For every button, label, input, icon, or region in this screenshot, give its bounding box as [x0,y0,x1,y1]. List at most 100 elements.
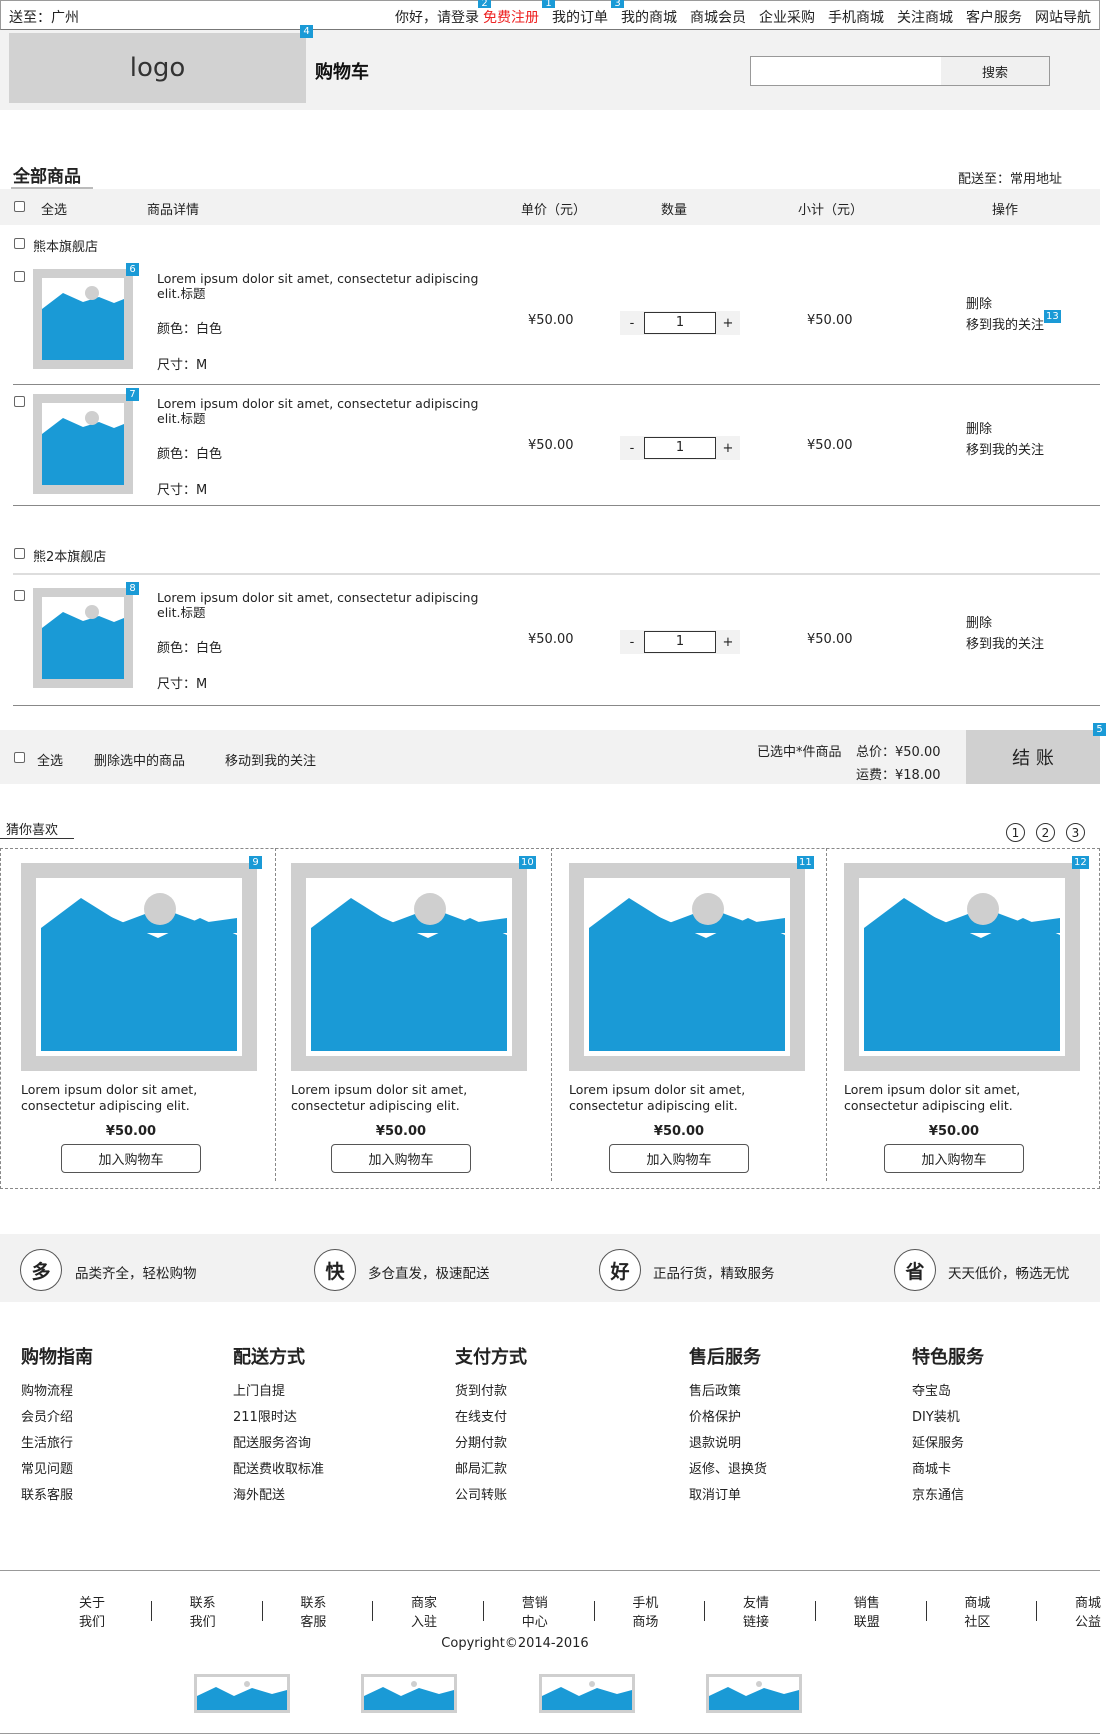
move-to-follow-link[interactable]: 移到我的关注 [966,440,1044,461]
qty-plus-button[interactable]: + [716,635,740,650]
partner-image[interactable] [194,1674,290,1713]
delete-link[interactable]: 删除 [966,294,1044,315]
bottom-link[interactable]: 销售联盟 [854,1592,888,1630]
item-checkbox[interactable] [14,590,25,601]
item-checkbox[interactable] [14,271,25,282]
nav-mobile-mall[interactable]: 手机商城 [828,7,884,27]
footer-select-all-checkbox[interactable] [14,752,25,763]
footer-link[interactable]: 返修、退换货 [689,1457,767,1483]
page-3-button[interactable]: 3 [1066,823,1085,842]
product-desc[interactable]: Lorem ipsum dolor sit amet, consectetur … [157,271,502,301]
qty-minus-button[interactable]: - [620,316,644,331]
move-to-follow-link[interactable]: 移到我的关注 [966,315,1044,336]
footer-link[interactable]: 商城卡 [912,1457,984,1483]
product-desc[interactable]: Lorem ipsum dolor sit amet, consectetur … [157,590,502,620]
page-1-button[interactable]: 1 [1006,823,1025,842]
footer-link[interactable]: 211限时达 [233,1405,324,1431]
bottom-link[interactable]: 手机商场 [632,1592,666,1630]
partner-image[interactable] [361,1674,457,1713]
login-link[interactable]: 你好，请登录 [395,7,479,27]
bottom-link[interactable]: 友情链接 [743,1592,777,1630]
register-link[interactable]: 免费注册 [483,7,539,27]
bottom-link[interactable]: 联系客服 [300,1592,334,1630]
move-to-follow-link[interactable]: 移动到我的关注 [225,750,316,769]
nav-customer-service[interactable]: 客户服务 [966,7,1022,27]
add-to-cart-button[interactable]: 加入购物车 [609,1144,749,1173]
qty-plus-button[interactable]: + [716,441,740,456]
shop-checkbox[interactable] [14,548,25,559]
shop-name[interactable]: 熊本旗舰店 [33,236,98,255]
bottom-link[interactable]: 关于我们 [79,1592,113,1630]
bottom-link[interactable]: 营销中心 [522,1592,556,1630]
footer-link[interactable]: 联系客服 [21,1483,93,1509]
product-image[interactable] [33,394,133,494]
footer-link[interactable]: 上门自提 [233,1379,324,1405]
footer-link[interactable]: 货到付款 [455,1379,527,1405]
footer-link[interactable]: 分期付款 [455,1431,527,1457]
product-image[interactable] [33,269,133,369]
page-2-button[interactable]: 2 [1036,823,1055,842]
delete-link[interactable]: 删除 [966,419,1044,440]
footer-link[interactable]: 在线支付 [455,1405,527,1431]
delivery-location[interactable]: 送至：广州 [9,7,79,27]
bottom-link[interactable]: 商家入驻 [411,1592,445,1630]
footer-link[interactable]: 配送服务咨询 [233,1431,324,1457]
qty-plus-button[interactable]: + [716,316,740,331]
nav-membership[interactable]: 商城会员 [690,7,746,27]
qty-input[interactable]: 1 [644,437,716,459]
partner-image[interactable] [539,1674,635,1713]
product-desc[interactable]: Lorem ipsum dolor sit amet, consectetur … [157,396,502,426]
bottom-link[interactable]: 商城公益 [1075,1592,1109,1630]
product-desc[interactable]: Lorem ipsum dolor sit amet, consectetur … [291,1082,536,1114]
product-image[interactable] [291,863,527,1071]
footer-link[interactable]: DIY装机 [912,1405,984,1431]
item-checkbox[interactable] [14,396,25,407]
logo[interactable]: logo [9,33,306,103]
qty-input[interactable]: 1 [644,631,716,653]
delete-selected-link[interactable]: 删除选中的商品 [94,750,185,769]
product-desc[interactable]: Lorem ipsum dolor sit amet, consectetur … [569,1082,814,1114]
footer-link[interactable]: 取消订单 [689,1483,767,1509]
bottom-link[interactable]: 商城社区 [964,1592,998,1630]
add-to-cart-button[interactable]: 加入购物车 [884,1144,1024,1173]
product-image[interactable] [33,588,133,688]
product-desc[interactable]: Lorem ipsum dolor sit amet, consectetur … [844,1082,1089,1114]
footer-link[interactable]: 常见问题 [21,1457,93,1483]
shop-checkbox[interactable] [14,238,25,249]
product-image[interactable] [569,863,805,1071]
footer-link[interactable]: 京东通信 [912,1483,984,1509]
search-button[interactable]: 搜索 [941,57,1049,85]
qty-minus-button[interactable]: - [620,635,644,650]
nav-site-map[interactable]: 网站导航 [1035,7,1091,27]
bottom-link[interactable]: 联系我们 [190,1592,224,1630]
footer-link[interactable]: 配送费收取标准 [233,1457,324,1483]
product-image[interactable] [21,863,257,1071]
footer-link[interactable]: 海外配送 [233,1483,324,1509]
product-image[interactable] [844,863,1080,1071]
footer-link[interactable]: 延保服务 [912,1431,984,1457]
nav-enterprise[interactable]: 企业采购 [759,7,815,27]
footer-link[interactable]: 邮局汇款 [455,1457,527,1483]
footer-link[interactable]: 退款说明 [689,1431,767,1457]
nav-my-mall[interactable]: 我的商城 [621,7,677,27]
shop-name[interactable]: 熊2本旗舰店 [33,546,106,565]
add-to-cart-button[interactable]: 加入购物车 [61,1144,201,1173]
footer-link[interactable]: 公司转账 [455,1483,527,1509]
footer-link[interactable]: 夺宝岛 [912,1379,984,1405]
ship-to[interactable]: 配送至：常用地址 [958,168,1062,187]
checkout-button[interactable]: 结 账 [966,730,1100,784]
add-to-cart-button[interactable]: 加入购物车 [331,1144,471,1173]
footer-link[interactable]: 会员介绍 [21,1405,93,1431]
qty-input[interactable]: 1 [644,312,716,334]
footer-link[interactable]: 价格保护 [689,1405,767,1431]
product-desc[interactable]: Lorem ipsum dolor sit amet, consectetur … [21,1082,266,1114]
nav-follow-mall[interactable]: 关注商城 [897,7,953,27]
qty-minus-button[interactable]: - [620,441,644,456]
footer-link[interactable]: 生活旅行 [21,1431,93,1457]
select-all-checkbox[interactable] [14,201,25,212]
delete-link[interactable]: 删除 [966,613,1044,634]
footer-link[interactable]: 购物流程 [21,1379,93,1405]
footer-select-all[interactable]: 全选 [37,750,63,769]
partner-image[interactable] [706,1674,802,1713]
move-to-follow-link[interactable]: 移到我的关注 [966,634,1044,655]
